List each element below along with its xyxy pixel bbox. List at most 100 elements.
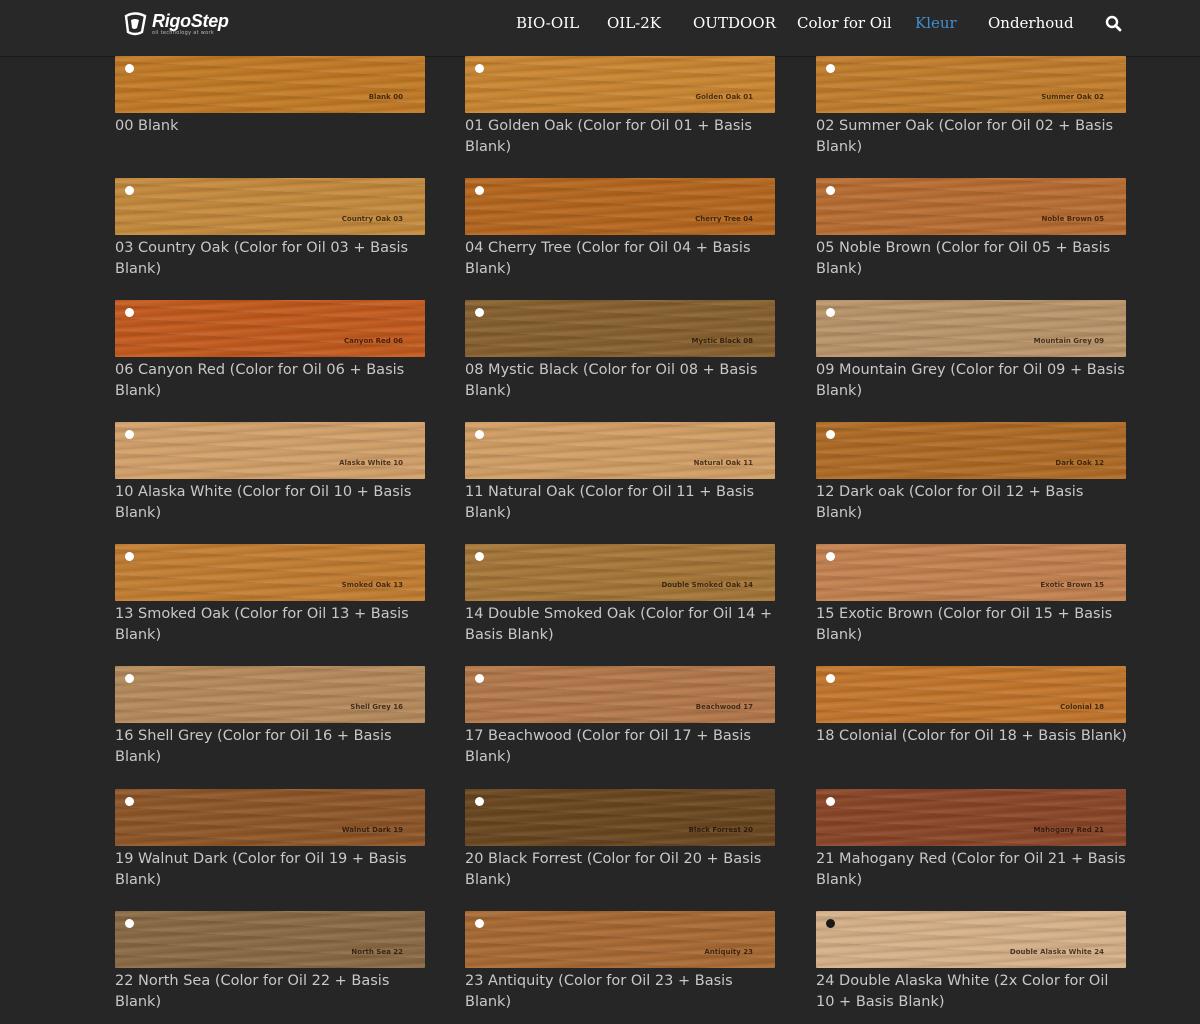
swatch-image-label: Exotic Brown 15 — [1040, 581, 1104, 589]
wood-swatch-image[interactable]: Antiquity 23 — [465, 911, 775, 968]
swatch-card[interactable]: Black Forrest 20 20 Black Forrest (Color … — [465, 789, 777, 891]
wood-grain-texture — [115, 666, 425, 723]
wood-grain-texture — [816, 422, 1126, 479]
swatch-marker-dot — [125, 186, 134, 195]
wood-swatch-image[interactable]: Canyon Red 06 — [115, 300, 425, 357]
wood-swatch-image[interactable]: Black Forrest 20 — [465, 789, 775, 846]
wood-swatch-image[interactable]: Mountain Grey 09 — [816, 300, 1126, 357]
wood-swatch-image[interactable]: Summer Oak 02 — [816, 56, 1126, 113]
wood-swatch-image[interactable]: Shell Grey 16 — [115, 666, 425, 723]
swatch-card[interactable]: North Sea 22 22 North Sea (Color for Oil … — [115, 911, 427, 1013]
swatch-card[interactable]: Summer Oak 02 02 Summer Oak (Color for Oi… — [816, 56, 1128, 158]
wood-swatch-image[interactable]: Country Oak 03 — [115, 178, 425, 235]
wood-grain-texture — [816, 56, 1126, 113]
swatch-card[interactable]: Noble Brown 05 05 Noble Brown (Color for … — [816, 178, 1128, 280]
swatch-caption: 00 Blank — [115, 118, 179, 134]
swatch-caption: 22 North Sea (Color for Oil 22 + Basis B… — [115, 973, 390, 1010]
swatch-caption: 18 Colonial (Color for Oil 18 + Basis Bl… — [816, 728, 1127, 744]
swatch-card[interactable]: Cherry Tree 04 04 Cherry Tree (Color for … — [465, 178, 777, 280]
swatch-caption: 23 Antiquity (Color for Oil 23 + Basis B… — [465, 973, 733, 1010]
wood-swatch-image[interactable]: Colonial 18 — [816, 666, 1126, 723]
search-icon[interactable] — [1105, 15, 1122, 32]
swatch-image-label: Canyon Red 06 — [344, 337, 403, 345]
swatch-caption: 12 Dark oak (Color for Oil 12 + Basis Bl… — [816, 484, 1084, 521]
swatch-card[interactable]: Country Oak 03 03 Country Oak (Color for … — [115, 178, 427, 280]
swatch-marker-dot — [826, 308, 835, 317]
wood-swatch-image[interactable]: Double Alaska White 24 — [816, 911, 1126, 968]
swatch-card[interactable]: Shell Grey 16 16 Shell Grey (Color for Oi… — [115, 666, 427, 768]
wood-swatch-image[interactable]: Dark Oak 12 — [816, 422, 1126, 479]
swatch-card[interactable]: Beachwood 17 17 Beachwood (Color for Oil … — [465, 666, 777, 768]
swatch-image-label: Blank 00 — [368, 93, 403, 101]
wood-grain-texture — [115, 911, 425, 968]
wood-swatch-image[interactable]: Natural Oak 11 — [465, 422, 775, 479]
swatch-caption: 02 Summer Oak (Color for Oil 02 + Basis … — [816, 118, 1114, 155]
swatch-caption: 15 Exotic Brown (Color for Oil 15 + Basi… — [816, 606, 1113, 643]
swatch-marker-dot — [125, 674, 134, 683]
wood-swatch-image[interactable]: Golden Oak 01 — [465, 56, 775, 113]
swatch-marker-dot — [826, 430, 835, 439]
wood-grain-texture — [115, 544, 425, 601]
nav-item-outdoor[interactable]: OUTDOOR — [693, 14, 776, 32]
wood-grain-texture — [816, 178, 1126, 235]
wood-swatch-image[interactable]: Cherry Tree 04 — [465, 178, 775, 235]
swatch-caption: 14 Double Smoked Oak (Color for Oil 14 +… — [465, 606, 773, 643]
nav-item-color-for-oil[interactable]: Color for Oil — [797, 14, 892, 32]
wood-swatch-image[interactable]: Walnut Dark 19 — [115, 789, 425, 846]
wood-swatch-image[interactable]: Noble Brown 05 — [816, 178, 1126, 235]
swatch-image-label: North Sea 22 — [351, 948, 403, 956]
swatch-card[interactable]: Double Alaska White 24 24 Double Alaska W… — [816, 911, 1128, 1013]
swatch-card[interactable]: Natural Oak 11 11 Natural Oak (Color for … — [465, 422, 777, 524]
swatch-marker-dot — [826, 919, 835, 928]
swatch-card[interactable]: Canyon Red 06 06 Canyon Red (Color for Oi… — [115, 300, 427, 402]
wood-swatch-image[interactable]: Smoked Oak 13 — [115, 544, 425, 601]
swatch-marker-dot — [475, 552, 484, 561]
swatch-caption: 17 Beachwood (Color for Oil 17 + Basis B… — [465, 728, 751, 765]
wood-swatch-image[interactable]: Exotic Brown 15 — [816, 544, 1126, 601]
swatch-card[interactable]: Smoked Oak 13 13 Smoked Oak (Color for Oi… — [115, 544, 427, 646]
swatch-caption: 11 Natural Oak (Color for Oil 11 + Basis… — [465, 484, 754, 521]
swatch-card[interactable]: Golden Oak 01 01 Golden Oak (Color for Oi… — [465, 56, 777, 158]
wood-swatch-image[interactable]: Beachwood 17 — [465, 666, 775, 723]
swatch-marker-dot — [475, 186, 484, 195]
swatch-image-label: Antiquity 23 — [704, 948, 753, 956]
swatch-card[interactable]: Double Smoked Oak 14 14 Double Smoked Oak… — [465, 544, 777, 646]
wood-swatch-image[interactable]: Alaska White 10 — [115, 422, 425, 479]
swatch-card[interactable]: Walnut Dark 19 19 Walnut Dark (Color for … — [115, 789, 427, 891]
top-navigation-bar: RigoStep oil technology at work BIO-OIL … — [0, 0, 1200, 57]
wood-grain-texture — [465, 789, 775, 846]
swatch-image-label: Noble Brown 05 — [1041, 215, 1105, 223]
nav-item-onderhoud[interactable]: Onderhoud — [988, 14, 1074, 32]
wood-grain-texture — [115, 178, 425, 235]
swatch-card[interactable]: Colonial 18 18 Colonial (Color for Oil 18… — [816, 666, 1128, 747]
swatch-card[interactable]: Mahogany Red 21 21 Mahogany Red (Color fo… — [816, 789, 1128, 891]
swatch-caption: 16 Shell Grey (Color for Oil 16 + Basis … — [115, 728, 392, 765]
swatch-image-label: Cherry Tree 04 — [695, 215, 753, 223]
nav-item-kleur[interactable]: Kleur — [915, 14, 957, 32]
swatch-marker-dot — [125, 430, 134, 439]
wood-swatch-image[interactable]: Mahogany Red 21 — [816, 789, 1126, 846]
swatch-card[interactable]: Alaska White 10 10 Alaska White (Color fo… — [115, 422, 427, 524]
swatch-caption: 13 Smoked Oak (Color for Oil 13 + Basis … — [115, 606, 409, 643]
wood-swatch-image[interactable]: North Sea 22 — [115, 911, 425, 968]
swatch-card[interactable]: Dark Oak 12 12 Dark oak (Color for Oil 12… — [816, 422, 1128, 524]
nav-item-bio-oil[interactable]: BIO-OIL — [516, 14, 579, 32]
swatch-caption: 04 Cherry Tree (Color for Oil 04 + Basis… — [465, 240, 751, 277]
swatch-image-label: Smoked Oak 13 — [341, 581, 403, 589]
wood-swatch-image[interactable]: Blank 00 — [115, 56, 425, 113]
wood-grain-texture — [816, 300, 1126, 357]
swatch-caption: 03 Country Oak (Color for Oil 03 + Basis… — [115, 240, 409, 277]
swatch-card[interactable]: Mountain Grey 09 09 Mountain Grey (Color … — [816, 300, 1128, 402]
swatch-card[interactable]: Blank 00 00 Blank — [115, 56, 427, 137]
swatch-marker-dot — [475, 64, 484, 73]
wood-swatch-image[interactable]: Double Smoked Oak 14 — [465, 544, 775, 601]
swatch-image-label: Dark Oak 12 — [1055, 459, 1104, 467]
wood-swatch-image[interactable]: Mystic Black 08 — [465, 300, 775, 357]
swatch-card[interactable]: Antiquity 23 23 Antiquity (Color for Oil … — [465, 911, 777, 1013]
swatch-card[interactable]: Exotic Brown 15 15 Exotic Brown (Color fo… — [816, 544, 1128, 646]
nav-item-oil-2k[interactable]: OIL-2K — [607, 14, 661, 32]
swatch-caption: 19 Walnut Dark (Color for Oil 19 + Basis… — [115, 851, 407, 888]
wood-grain-texture — [465, 911, 775, 968]
swatch-card[interactable]: Mystic Black 08 08 Mystic Black (Color fo… — [465, 300, 777, 402]
swatch-marker-dot — [826, 674, 835, 683]
